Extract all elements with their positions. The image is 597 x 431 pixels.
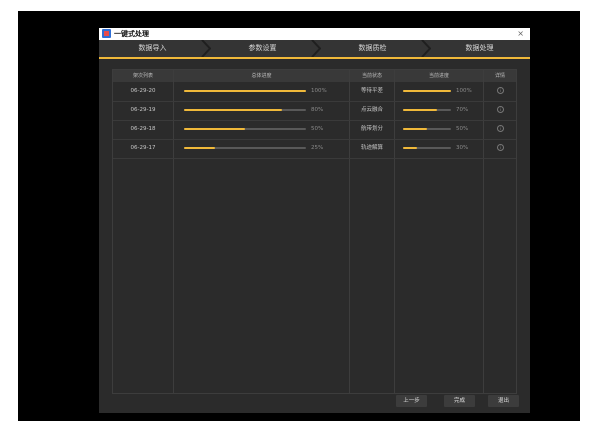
previous-step-button[interactable]: 上一步 — [396, 395, 427, 407]
sortie-id: 06-29-20 — [130, 88, 156, 94]
step-indicator: 数据导入 参数设置 数据质检 数据处理 — [99, 40, 530, 59]
current-progress-bar — [403, 147, 451, 149]
info-circle-icon[interactable]: i — [497, 106, 504, 113]
overall-progress-bar — [184, 90, 306, 92]
info-circle-icon[interactable]: i — [497, 125, 504, 132]
title-bar[interactable]: 一键式处理 × — [99, 28, 530, 40]
current-status: 点云融合 — [360, 107, 383, 113]
table-row[interactable]: 06-29-19 80% 点云融合 70% i — [113, 101, 516, 121]
current-progress-fill — [403, 128, 427, 130]
info-circle-icon[interactable]: i — [497, 144, 504, 151]
overall-progress-fill — [184, 147, 215, 149]
overall-progress-fill — [184, 109, 282, 111]
current-status: 等待平差 — [360, 88, 383, 94]
overall-progress-label: 50% — [311, 126, 324, 132]
close-button[interactable]: × — [517, 28, 524, 40]
header-current-progress: 当前进度 — [428, 73, 449, 79]
step-progress-underline — [99, 57, 530, 59]
current-progress-label: 30% — [456, 145, 469, 151]
current-progress-label: 70% — [456, 107, 469, 113]
overall-progress-fill — [184, 90, 306, 92]
overall-progress-label: 100% — [311, 88, 327, 94]
sortie-id: 06-29-19 — [130, 107, 156, 113]
current-progress-bar — [403, 109, 451, 111]
current-progress-fill — [403, 90, 451, 92]
finish-button[interactable]: 完成 — [444, 395, 475, 407]
current-status: 轨迹解算 — [360, 145, 383, 151]
overall-progress-fill — [184, 128, 245, 130]
exit-button[interactable]: 退出 — [488, 395, 519, 407]
sortie-progress-table: 架次列表 总体进度 当前状态 当前进度 详情 06-29-20 100% 等待平差 1… — [112, 69, 517, 394]
table-row[interactable]: 06-29-18 50% 航带划分 50% i — [113, 120, 516, 140]
overall-progress-bar — [184, 128, 306, 130]
header-sortie-list: 架次列表 — [132, 73, 153, 79]
one-click-processing-dialog: 一键式处理 × 数据导入 参数设置 数据质检 数据处理 架次列表 总体进度 当前… — [99, 28, 530, 413]
overall-progress-bar — [184, 109, 306, 111]
sortie-id: 06-29-18 — [130, 126, 156, 132]
overall-progress-label: 80% — [311, 107, 324, 113]
app-icon — [102, 29, 111, 38]
table-row[interactable]: 06-29-17 25% 轨迹解算 30% i — [113, 139, 516, 159]
header-details: 详情 — [494, 73, 505, 79]
window-title: 一键式处理 — [114, 30, 149, 38]
sortie-id: 06-29-17 — [130, 145, 156, 151]
table-row[interactable]: 06-29-20 100% 等待平差 100% i — [113, 82, 516, 102]
header-overall-progress: 总体进度 — [251, 73, 272, 79]
step-data-qc[interactable]: 数据质检 — [319, 40, 426, 57]
current-progress-label: 50% — [456, 126, 469, 132]
current-progress-fill — [403, 147, 418, 149]
current-progress-fill — [403, 109, 437, 111]
current-status: 航带划分 — [360, 126, 383, 132]
info-circle-icon[interactable]: i — [497, 87, 504, 94]
current-progress-label: 100% — [456, 88, 472, 94]
current-progress-bar — [403, 90, 451, 92]
step-data-processing[interactable]: 数据处理 — [429, 40, 530, 57]
header-current-status: 当前状态 — [361, 73, 382, 79]
overall-progress-bar — [184, 147, 306, 149]
current-progress-bar — [403, 128, 451, 130]
overall-progress-label: 25% — [311, 145, 324, 151]
step-parameter-setup[interactable]: 参数设置 — [209, 40, 316, 57]
step-data-import[interactable]: 数据导入 — [99, 40, 206, 57]
